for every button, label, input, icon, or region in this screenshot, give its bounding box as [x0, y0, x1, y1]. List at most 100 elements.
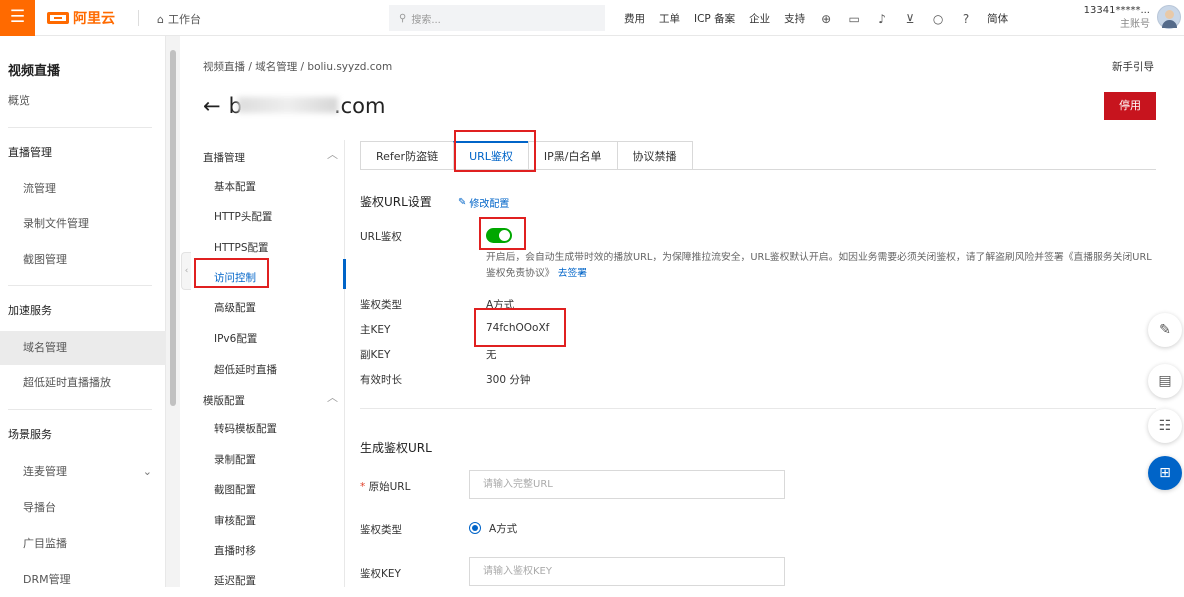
subnav-basic[interactable]: 基本配置 [214, 179, 256, 194]
tab-protocol-ban[interactable]: 协议禁播 [616, 141, 693, 170]
url-auth-label: URL鉴权 [360, 231, 402, 243]
nav-enterprise[interactable]: 企业 [749, 11, 770, 26]
divider [8, 409, 152, 410]
sidebar-group-accel: 加速服务 [8, 304, 52, 317]
subnav-time-shift[interactable]: 直播时移 [214, 543, 256, 558]
sub-key-label: 副KEY [360, 349, 391, 361]
subnav-group-live[interactable]: 直播管理 [203, 150, 245, 165]
search-input[interactable]: ⚲ 搜索... [389, 5, 605, 31]
subnav-ultra-low[interactable]: 超低延时直播 [214, 362, 277, 377]
domain-subnav: 直播管理 ︿ 基本配置 HTTP头配置 HTTPS配置 访问控制 高级配置 IP… [190, 140, 345, 587]
chat-icon[interactable]: ☷ [1148, 409, 1182, 443]
pencil-icon: ✎ [458, 197, 467, 208]
sidebar-item-record-files[interactable]: 录制文件管理 [0, 207, 166, 241]
divider [344, 140, 345, 587]
nav-ticket[interactable]: 工单 [659, 11, 680, 26]
sidebar-item-stream[interactable]: 流管理 [0, 172, 166, 206]
subnav-group-template[interactable]: 模版配置 [203, 393, 245, 408]
highlight-box [474, 308, 566, 347]
chevron-up-icon[interactable]: ︿ [327, 146, 338, 162]
subnav-delay[interactable]: 延迟配置 [214, 573, 256, 588]
feedback-edit-icon[interactable]: ✎ [1148, 313, 1182, 347]
account-info[interactable]: 13341*****... 主账号 [1077, 4, 1150, 32]
cart-icon[interactable]: ⊻ [903, 12, 917, 26]
terminal-icon[interactable]: ▭ [847, 12, 861, 26]
subnav-review[interactable]: 审核配置 [214, 513, 256, 528]
chevron-up-icon[interactable]: ︿ [327, 389, 338, 405]
subnav-http-header[interactable]: HTTP头配置 [214, 209, 272, 224]
sub-key-value: 无 [486, 349, 497, 361]
page-title: ← b .com [203, 94, 385, 118]
stop-button[interactable]: 停用 [1104, 92, 1156, 120]
sign-agreement-link[interactable]: 去签署 [558, 268, 587, 279]
docs-icon[interactable]: ▤ [1148, 364, 1182, 398]
sidebar-item-overview[interactable]: 概览 [0, 84, 166, 118]
nav-icp[interactable]: ICP 备案 [694, 11, 735, 26]
highlight-box [194, 258, 269, 288]
auth-key-label: 鉴权KEY [360, 568, 401, 580]
workbench-label: 工作台 [167, 13, 201, 26]
scrollbar-thumb[interactable] [170, 50, 176, 406]
auth-type-radio-label[interactable]: A方式 [489, 521, 517, 536]
valid-duration-value: 300 分钟 [486, 374, 531, 386]
gen-auth-type-label: 鉴权类型 [360, 524, 402, 536]
aliyun-logo[interactable]: 阿里云 [47, 8, 115, 28]
logo-icon [47, 12, 69, 24]
subnav-advanced[interactable]: 高级配置 [214, 300, 256, 315]
top-nav: 费用 工单 ICP 备案 企业 支持 ⊕ ▭ ♪ ⊻ ○ ? 简体 [624, 11, 1008, 26]
tab-ip-list[interactable]: IP黑/白名单 [527, 141, 618, 170]
edit-config-label: 修改配置 [469, 199, 510, 210]
help-icon[interactable]: ? [959, 12, 973, 26]
language-switch[interactable]: 简体 [987, 11, 1008, 26]
sidebar-item-domain[interactable]: 域名管理 [0, 331, 166, 365]
guide-link[interactable]: 新手引导 [1112, 59, 1154, 74]
sidebar-item-director[interactable]: 导播台 [0, 491, 166, 525]
origin-url-input[interactable]: 请输入完整URL [469, 470, 785, 499]
sidebar-item-snapshot[interactable]: 截图管理 [0, 243, 166, 277]
workbench-link[interactable]: ⌂ 工作台 [157, 11, 201, 27]
search-placeholder: 搜索... [411, 14, 441, 26]
search-icon: ⚲ [399, 12, 407, 24]
subnav-ipv6[interactable]: IPv6配置 [214, 331, 257, 346]
subnav-snapshot[interactable]: 截图配置 [214, 482, 256, 497]
origin-url-text: 原始URL [368, 481, 411, 493]
lightbulb-icon[interactable]: ○ [931, 12, 945, 26]
menu-icon[interactable]: ☰ [0, 0, 35, 36]
subnav-https[interactable]: HTTPS配置 [214, 240, 269, 255]
origin-url-label: * 原始URL [360, 479, 410, 494]
sidebar-item-label: 连麦管理 [23, 465, 67, 478]
back-arrow-icon[interactable]: ← [203, 94, 221, 118]
sidebar-item-monitor[interactable]: 广目监播 [0, 527, 166, 561]
title-suffix: .com [333, 94, 386, 118]
subnav-record[interactable]: 录制配置 [214, 452, 256, 467]
valid-duration-label: 有效时长 [360, 374, 402, 386]
auth-type-label: 鉴权类型 [360, 299, 402, 311]
subnav-transcode[interactable]: 转码模板配置 [214, 421, 277, 436]
sidebar-item-drm[interactable]: DRM管理 [0, 563, 166, 597]
sidebar-item-mic[interactable]: 连麦管理 ⌄ [0, 455, 166, 489]
app-icon[interactable]: ⊕ [819, 12, 833, 26]
required-mark: * [360, 481, 369, 493]
sidebar: 视频直播 概览 直播管理 流管理 录制文件管理 截图管理 加速服务 域名管理 超… [0, 36, 166, 587]
bell-icon[interactable]: ♪ [875, 12, 889, 26]
sidebar-group-live: 直播管理 [8, 146, 52, 159]
avatar[interactable] [1157, 5, 1181, 29]
active-indicator [343, 259, 346, 289]
sidebar-title: 视频直播 [8, 64, 61, 79]
nav-fee[interactable]: 费用 [624, 11, 645, 26]
breadcrumb[interactable]: 视频直播 / 域名管理 / boliu.syyzd.com [203, 59, 392, 74]
edit-config-link[interactable]: ✎ 修改配置 [458, 195, 509, 210]
divider [8, 127, 152, 128]
divider [138, 10, 139, 26]
nav-support[interactable]: 支持 [784, 11, 805, 26]
tab-referer[interactable]: Refer防盗链 [360, 141, 455, 170]
auth-type-radio[interactable] [469, 522, 481, 534]
sidebar-scrollbar[interactable] [166, 36, 180, 587]
logo-text: 阿里云 [73, 11, 115, 27]
apps-grid-icon[interactable]: ⊞ [1148, 456, 1182, 490]
divider [8, 285, 152, 286]
account-type: 主账号 [1120, 19, 1150, 30]
sidebar-item-ultra-low[interactable]: 超低延时直播播放 [0, 366, 166, 400]
auth-key-input[interactable]: 请输入鉴权KEY [469, 557, 785, 586]
home-icon: ⌂ [157, 12, 164, 26]
